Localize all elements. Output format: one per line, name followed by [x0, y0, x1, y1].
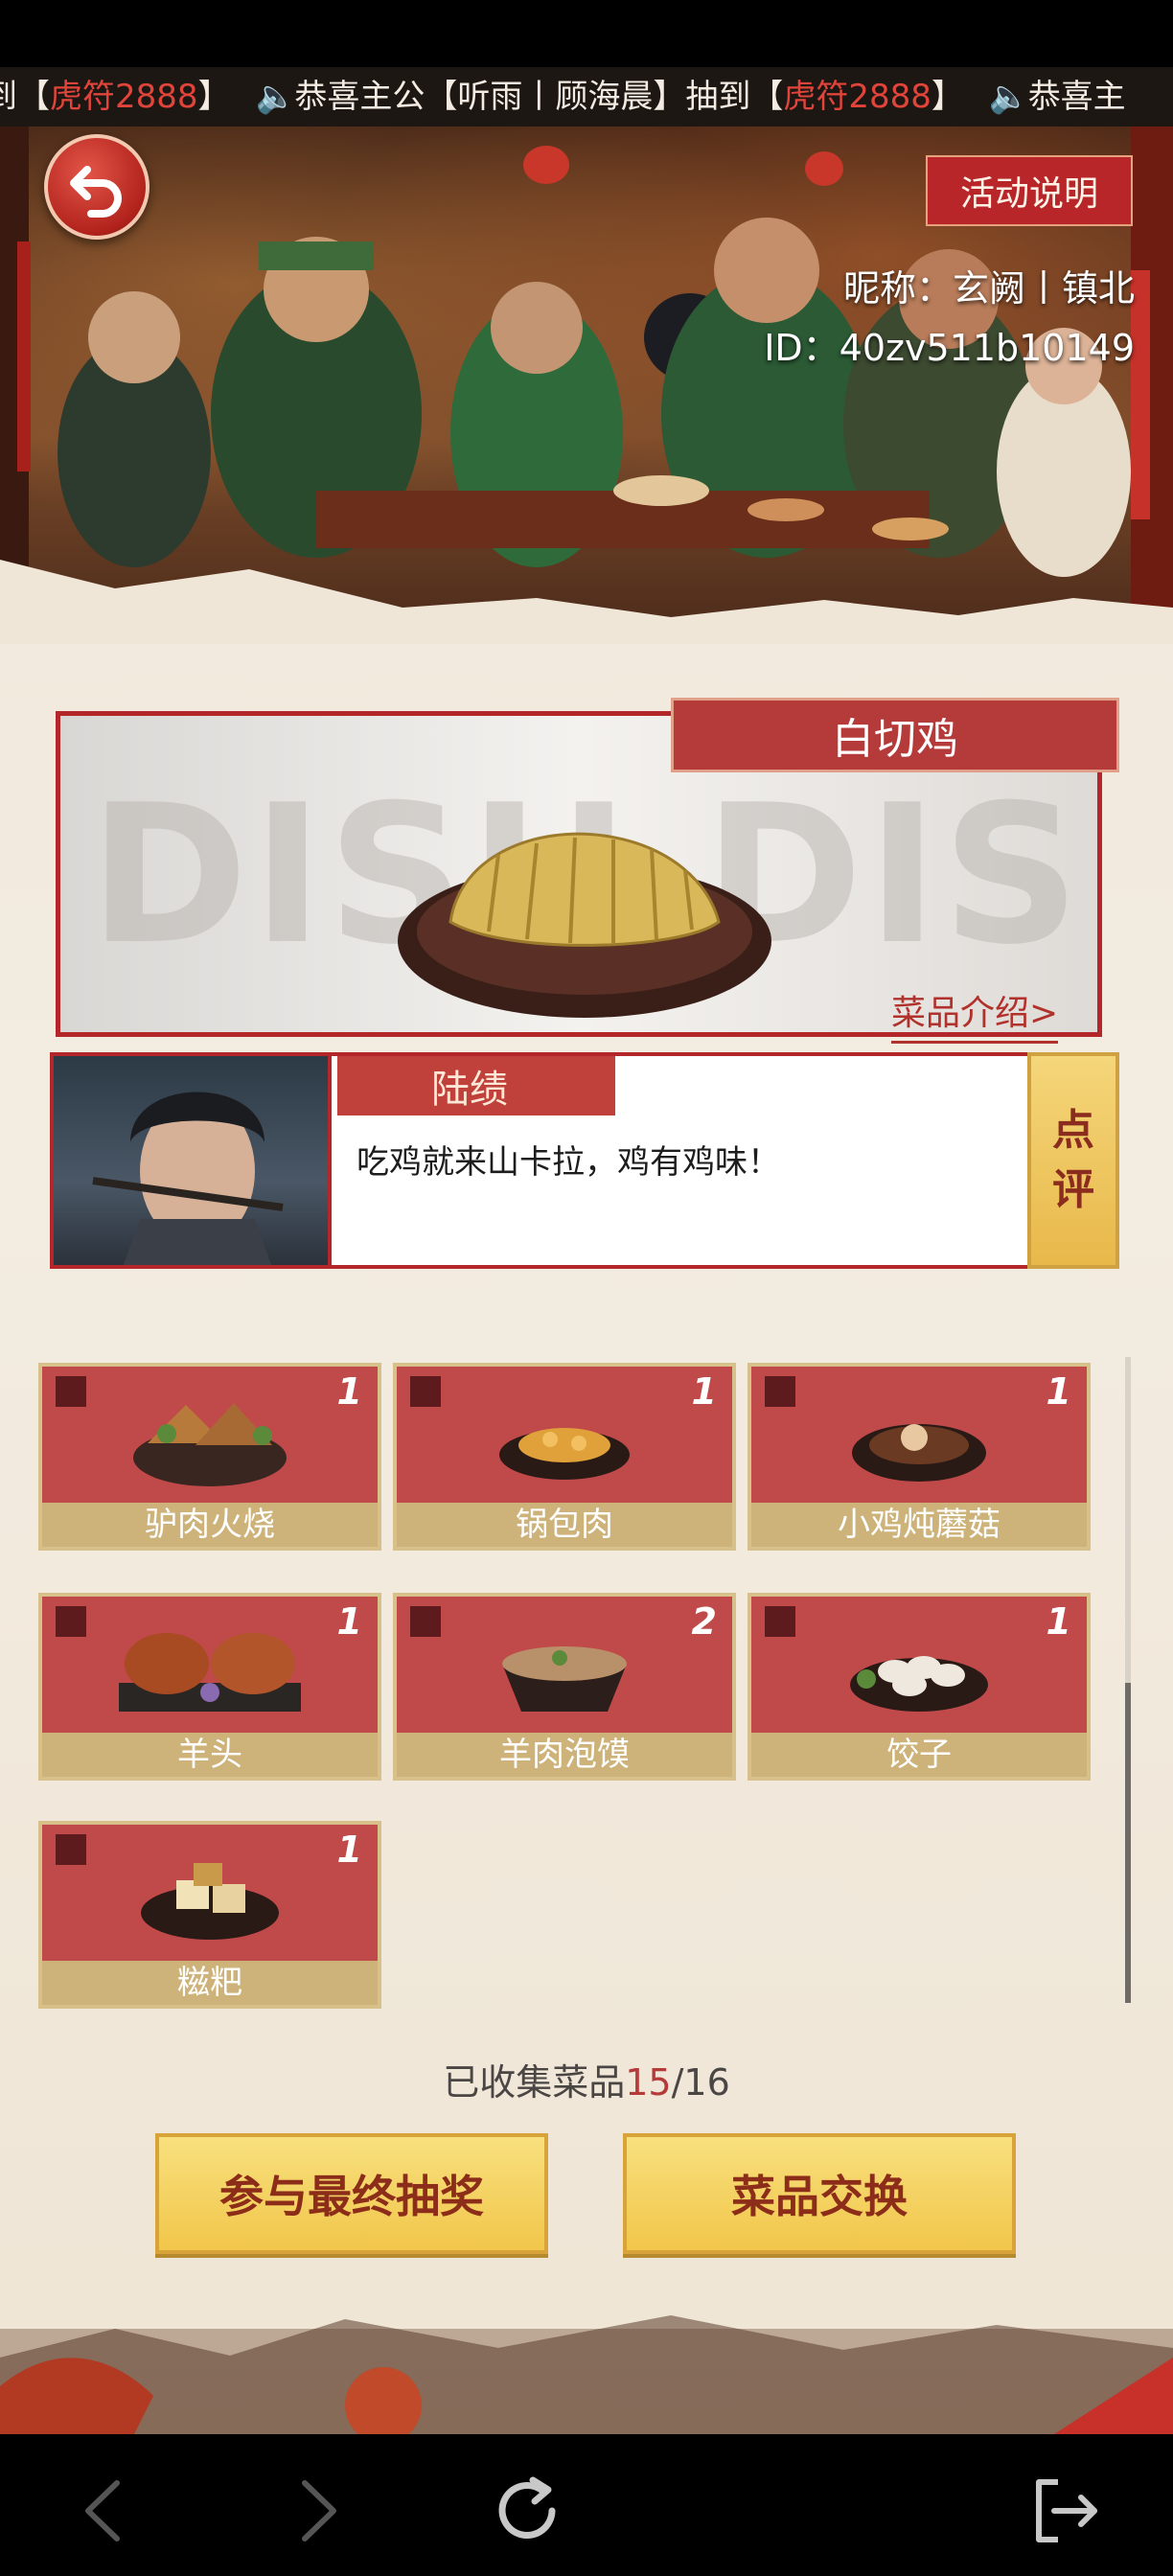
chevron-right-icon	[302, 2480, 336, 2542]
dish-checkbox[interactable]	[56, 1834, 86, 1865]
speaker-icon: 🔈	[988, 78, 1030, 116]
dish-name: 饺子	[751, 1733, 1087, 1777]
dish-name: 驴肉火烧	[42, 1503, 378, 1547]
dish-count: 1	[336, 1370, 362, 1413]
dish-card[interactable]: 1 羊头	[38, 1593, 381, 1781]
exit-icon	[1036, 2479, 1097, 2542]
dish-card[interactable]: 1 锅包肉	[393, 1363, 736, 1551]
dish-checkbox[interactable]	[56, 1606, 86, 1637]
speaker-icon: 🔈	[255, 78, 296, 116]
featured-dish-name: 白切鸡	[671, 698, 1119, 772]
collection-progress: 已收集菜品15/16	[443, 2061, 730, 2104]
marquee-segment: 🔈 恭喜主	[989, 67, 1126, 126]
dish-count: 1	[336, 1600, 362, 1643]
nav-reload-button[interactable]	[489, 2472, 565, 2549]
festival-scene-illustration	[0, 2315, 1173, 2434]
reload-icon	[498, 2476, 556, 2539]
dish-checkbox[interactable]	[56, 1376, 86, 1407]
dish-count: 2	[691, 1600, 717, 1643]
dish-name: 羊头	[42, 1733, 378, 1777]
dish-name: 糍粑	[42, 1961, 378, 2005]
quote-text: 吃鸡就来山卡拉，鸡有鸡味！	[356, 1143, 780, 1182]
dish-image	[850, 1656, 988, 1712]
dish-checkbox[interactable]	[765, 1376, 795, 1407]
dish-image	[141, 1863, 279, 1940]
nav-back-button[interactable]	[65, 2472, 142, 2549]
dish-card[interactable]: 1 小鸡炖蘑菇	[748, 1363, 1091, 1551]
grid-scrollbar[interactable]	[1125, 1357, 1131, 2003]
featured-dish-image	[398, 832, 771, 1018]
dish-name: 锅包肉	[397, 1503, 732, 1547]
dish-name: 羊肉泡馍	[397, 1733, 732, 1777]
dish-image	[852, 1424, 986, 1482]
marquee-segment: 🔈 恭喜主公【听雨丨顾海晨】抽到【虎符2888】	[256, 67, 964, 126]
torn-paper-edge	[0, 560, 1173, 644]
system-nav-bar	[0, 2434, 1173, 2576]
back-arrow-icon	[70, 166, 122, 218]
dish-checkbox[interactable]	[410, 1376, 441, 1407]
dish-image	[499, 1428, 630, 1480]
event-page: 到【虎符2888】 🔈 恭喜主公【听雨丨顾海晨】抽到【虎符2888】 🔈 恭喜主	[0, 67, 1173, 2434]
status-bar	[0, 0, 1173, 67]
dish-card[interactable]: 1 糍粑	[38, 1821, 381, 2009]
dish-count: 1	[336, 1828, 362, 1871]
comment-button[interactable]: 点 评	[1027, 1052, 1119, 1269]
marquee-segment: 到【虎符2888】	[0, 78, 231, 116]
dish-image	[119, 1633, 301, 1712]
chevron-left-icon	[85, 2480, 120, 2542]
character-comment: 陆绩 吃鸡就来山卡拉，鸡有鸡味！ 点 评	[50, 1052, 1119, 1269]
character-name: 陆绩	[337, 1056, 615, 1116]
dish-image	[133, 1403, 287, 1486]
dish-card[interactable]: 1 饺子	[748, 1593, 1091, 1781]
dish-card[interactable]: 1 驴肉火烧	[38, 1363, 381, 1551]
nav-forward-button[interactable]	[280, 2472, 356, 2549]
dish-count: 1	[1046, 1600, 1071, 1643]
dish-name: 小鸡炖蘑菇	[751, 1503, 1087, 1547]
user-id: ID：40zv511b10149	[764, 327, 1135, 369]
dish-checkbox[interactable]	[765, 1606, 795, 1637]
scrollbar-thumb[interactable]	[1125, 1683, 1131, 2003]
dish-count: 1	[691, 1370, 717, 1413]
dish-image	[502, 1646, 627, 1712]
nav-exit-button[interactable]	[1025, 2472, 1102, 2549]
prize-marquee: 到【虎符2888】 🔈 恭喜主公【听雨丨顾海晨】抽到【虎符2888】 🔈 恭喜主	[0, 67, 1173, 126]
character-portrait	[50, 1052, 337, 1269]
user-nickname: 昵称：玄阙丨镇北	[842, 267, 1135, 310]
dish-intro-link[interactable]: 菜品介绍>	[891, 985, 1059, 1044]
dish-count: 1	[1046, 1370, 1071, 1413]
activity-rules-button[interactable]: 活动说明	[926, 155, 1133, 226]
dish-checkbox[interactable]	[410, 1606, 441, 1637]
back-button[interactable]	[44, 134, 150, 240]
dish-card[interactable]: 2 羊肉泡馍	[393, 1593, 736, 1781]
